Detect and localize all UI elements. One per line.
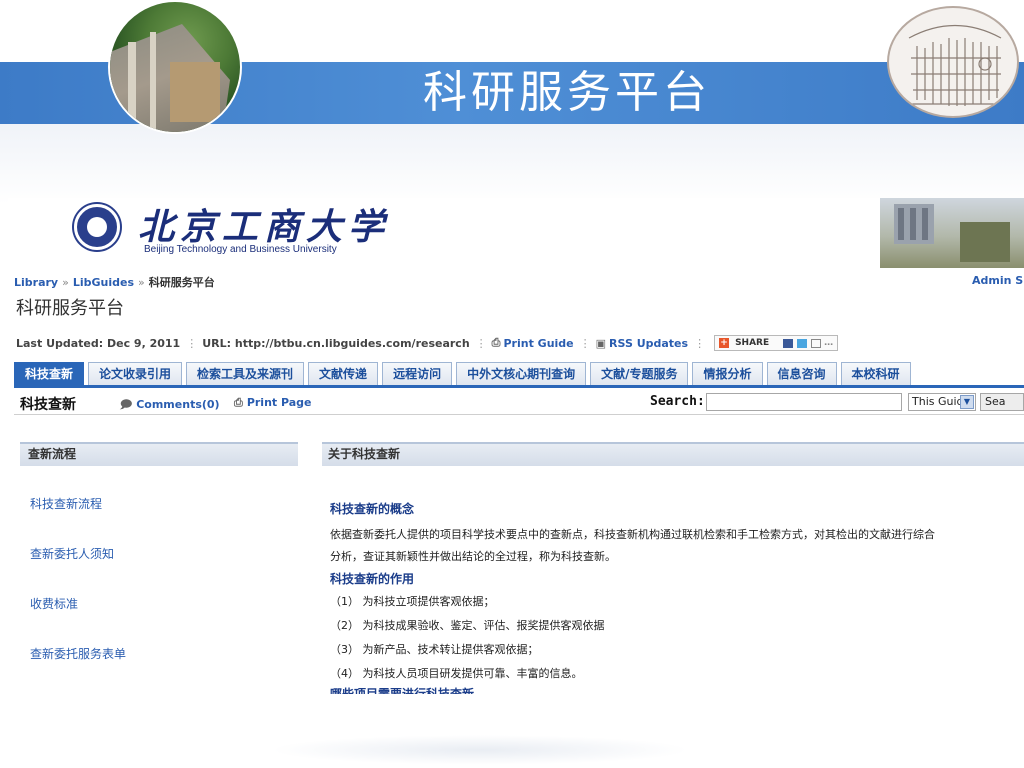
tab-keji-chaxin[interactable]: 科技查新 bbox=[14, 362, 85, 385]
guide-url: URL: http://btbu.cn.libguides.com/resear… bbox=[202, 336, 470, 350]
print-page-label: Print Page bbox=[246, 396, 312, 409]
libguide-page: 北京工商大学 Beijing Technology and Business U… bbox=[8, 198, 1024, 743]
print-icon: ⎙ bbox=[491, 336, 501, 349]
role-list-item: （1） 为科技立项提供客观依据； bbox=[330, 595, 495, 608]
left-box-title: 查新流程 bbox=[20, 442, 298, 466]
more-icon[interactable]: … bbox=[824, 338, 833, 348]
role-list-item: （4） 为科技人员项目研发提供可靠、丰富的信息。 bbox=[330, 667, 583, 680]
breadcrumb: Library» LibGuides» 科研服务平台 bbox=[14, 274, 215, 290]
share-label: SHARE bbox=[735, 338, 770, 348]
concept-paragraph-line: 依据查新委托人提供的项目科学技术要点中的查新点，科技查新机构通过联机检索和手工检… bbox=[330, 528, 935, 541]
facebook-icon[interactable] bbox=[783, 338, 794, 348]
breadcrumb-separator: » bbox=[62, 276, 69, 289]
last-updated: Last Updated: Dec 9, 2011 bbox=[16, 336, 181, 350]
left-link-item[interactable]: 科技查新流程 bbox=[30, 494, 126, 544]
tab-qingbao-fenxi[interactable]: 情报分析 bbox=[692, 362, 763, 385]
title-band-shade bbox=[0, 124, 1024, 204]
print-icon: ⎙ bbox=[234, 396, 243, 409]
section-heading-role: 科技查新的作用 bbox=[330, 572, 415, 586]
tab-wenxian-chuandi[interactable]: 文献传递 bbox=[308, 362, 379, 385]
tab-hexin-qikan[interactable]: 中外文核心期刊查询 bbox=[456, 362, 587, 385]
header-logo-row: 北京工商大学 Beijing Technology and Business U… bbox=[8, 198, 1024, 268]
breadcrumb-current: 科研服务平台 bbox=[148, 276, 215, 289]
role-list-item: （2） 为科技成果验收、鉴定、评估、报奖提供客观依据 bbox=[330, 619, 605, 632]
admin-sign-in-link[interactable]: Admin Si bbox=[972, 274, 1024, 287]
section-heading-projects: 哪些项目需要进行科技查新 bbox=[330, 687, 475, 694]
concept-paragraph-line: 分析，查证其新颖性并做出结论的全过程，称为科技查新。 bbox=[330, 550, 616, 563]
breadcrumb-libguides-link[interactable]: LibGuides bbox=[73, 276, 134, 289]
university-name-cn: 北京工商大学 bbox=[138, 206, 391, 248]
print-guide-link[interactable]: Print Guide bbox=[503, 337, 573, 350]
comment-icon: 🗩 bbox=[120, 398, 133, 411]
twitter-icon[interactable] bbox=[797, 338, 808, 348]
right-box-title: 关于科技查新 bbox=[322, 442, 1024, 466]
share-plus-icon: + bbox=[719, 338, 730, 348]
right-box-content: 科技查新的概念 依据查新委托人提供的项目科学技术要点中的查新点，科技查新机构通过… bbox=[330, 498, 1024, 694]
left-box-links: 科技查新流程 查新委托人须知 收费标准 查新委托服务表单 bbox=[30, 494, 126, 694]
tab-lunwen-shoulu[interactable]: 论文收录引用 bbox=[88, 362, 183, 385]
guide-tab-bar: 科技查新 论文收录引用 检索工具及来源刊 文献传递 远程访问 中外文核心期刊查询… bbox=[14, 362, 1024, 388]
university-name-en: Beijing Technology and Business Universi… bbox=[144, 244, 337, 255]
tab-yuancheng-fangwen[interactable]: 远程访问 bbox=[382, 362, 453, 385]
left-link-item[interactable]: 收费标准 bbox=[30, 594, 126, 644]
meta-divider: ⋮ bbox=[579, 336, 591, 350]
meta-divider: ⋮ bbox=[186, 336, 197, 350]
left-link-item[interactable]: 查新委托人须知 bbox=[30, 544, 126, 594]
print-page-link[interactable]: ⎙ Print Page bbox=[234, 396, 312, 410]
search-scope-select[interactable]: This Guide ▼ bbox=[908, 393, 976, 411]
dropdown-arrow-icon: ▼ bbox=[960, 395, 974, 409]
tab-xinxi-zixun[interactable]: 信息咨询 bbox=[766, 362, 837, 385]
left-link-item[interactable]: 查新委托服务表单 bbox=[30, 644, 126, 694]
guide-meta-row: Last Updated: Dec 9, 2011 ⋮ URL: http://… bbox=[16, 334, 839, 352]
search-button[interactable]: Sea bbox=[980, 393, 1024, 411]
campus-header-photo bbox=[880, 198, 1024, 268]
search-input[interactable] bbox=[706, 393, 902, 411]
slide-title: 科研服务平台 bbox=[423, 67, 711, 118]
university-seal-image bbox=[887, 6, 1019, 118]
breadcrumb-separator: » bbox=[138, 276, 145, 289]
university-emblem-icon bbox=[74, 204, 120, 250]
role-list-item: （3） 为新产品、技术转让提供客观依据； bbox=[330, 643, 539, 656]
section-heading-concept: 科技查新的概念 bbox=[330, 502, 415, 516]
current-page-name: 科技查新 bbox=[20, 397, 76, 413]
seal-sketch-icon bbox=[907, 25, 1005, 106]
share-button[interactable]: + SHARE … bbox=[714, 335, 839, 351]
tab-jiansuo-gongju[interactable]: 检索工具及来源刊 bbox=[186, 362, 305, 385]
bottom-swoosh bbox=[270, 735, 690, 765]
tab-zhuanti-fuwu[interactable]: 文献/专题服务 bbox=[590, 362, 689, 385]
page-subbar: 科技查新 🗩 Comments(0) ⎙ Print Page Search: Th… bbox=[14, 391, 1024, 415]
meta-divider: ⋮ bbox=[475, 336, 487, 350]
breadcrumb-library-link[interactable]: Library bbox=[14, 276, 58, 289]
tab-benxiao-keyan[interactable]: 本校科研 bbox=[840, 362, 911, 385]
search-label: Search: bbox=[650, 394, 705, 409]
comments-link[interactable]: 🗩 Comments(0) bbox=[120, 396, 220, 415]
comments-label: Comments(0) bbox=[136, 398, 220, 411]
rss-icon: ▣ bbox=[595, 336, 607, 350]
guide-title: 科研服务平台 bbox=[16, 298, 124, 319]
email-icon[interactable] bbox=[811, 338, 822, 348]
rss-updates-link[interactable]: RSS Updates bbox=[609, 337, 688, 350]
meta-divider: ⋮ bbox=[694, 336, 705, 350]
